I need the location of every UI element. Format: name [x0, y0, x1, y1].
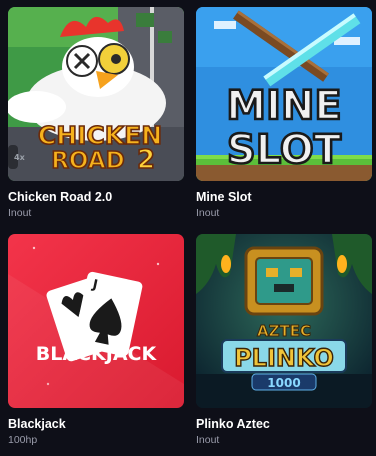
game-thumbnail[interactable]: MINE SLOT	[196, 7, 372, 181]
art-text-1000: 1000	[267, 376, 300, 390]
game-thumbnail[interactable]: J BLACKJACK	[8, 234, 184, 408]
game-provider: Inout	[196, 207, 220, 219]
game-card-blackjack[interactable]: J BLACKJACK Blackjack 100hp	[8, 234, 184, 446]
game-title[interactable]: Blackjack	[8, 417, 184, 431]
mine-slot-logo: MINE SLOT	[225, 82, 343, 175]
art-text-road: ROAD	[51, 148, 125, 174]
art-text-two: 2	[137, 145, 155, 175]
art-badge-multiplier: 4x	[14, 153, 26, 162]
art-text-plinko: PLINKO	[234, 344, 334, 372]
art-text-mine: MINE	[226, 83, 342, 129]
game-provider: Inout	[8, 207, 32, 219]
game-thumbnail[interactable]: CHICKEN ROAD 2 4x	[8, 7, 184, 181]
game-title[interactable]: Chicken Road 2.0	[8, 190, 184, 204]
game-title[interactable]: Plinko Aztec	[196, 417, 372, 431]
game-card-plinko-aztec[interactable]: AZTEC PLINKO 1000 Plinko Aztec Inout	[196, 234, 372, 446]
game-title[interactable]: Mine Slot	[196, 190, 372, 204]
game-provider: 100hp	[8, 434, 38, 446]
game-provider: Inout	[196, 434, 220, 446]
art-text-aztec: AZTEC	[257, 322, 311, 340]
blackjack-logo: BLACKJACK	[36, 343, 158, 365]
game-thumbnail[interactable]: AZTEC PLINKO 1000	[196, 234, 372, 408]
art-text-blackjack: BLACKJACK	[36, 343, 158, 365]
chicken-road-logo: CHICKEN ROAD 2 4x	[14, 120, 163, 176]
game-card-mine-slot[interactable]: MINE SLOT Mine Slot Inout	[196, 7, 372, 219]
art-text-slot: SLOT	[227, 127, 342, 173]
game-card-chicken-road[interactable]: CHICKEN ROAD 2 4x Chicken Road 2.0 Inout	[8, 7, 184, 219]
plinko-aztec-logo: AZTEC PLINKO 1000	[221, 322, 347, 391]
game-grid: CHICKEN ROAD 2 4x Chicken Road 2.0 Inout	[0, 0, 376, 456]
